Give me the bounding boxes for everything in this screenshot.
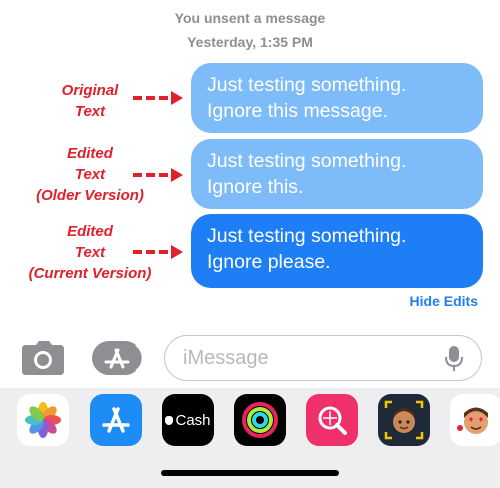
message-timestamp: Yesterday, 1:35 PM (187, 34, 313, 50)
photos-icon[interactable] (17, 394, 69, 446)
annotation-arrow (133, 245, 183, 259)
camera-icon[interactable] (22, 341, 64, 375)
microphone-icon[interactable] (445, 346, 463, 372)
message-bubble-original[interactable]: Just testing something. Ignore this mess… (191, 63, 483, 133)
app-store-icon[interactable] (90, 394, 142, 446)
app-store-icon[interactable] (92, 341, 144, 375)
apple-logo-icon (165, 415, 174, 425)
unsent-notice: You unsent a message (174, 10, 326, 26)
annotation-arrow (133, 168, 183, 182)
apple-cash-icon[interactable]: Cash (162, 394, 214, 446)
home-indicator[interactable] (161, 470, 339, 476)
message-input-placeholder: iMessage (183, 347, 269, 369)
message-bubble-older-version[interactable]: Just testing something. Ignore this. (191, 139, 483, 209)
memoji-icon[interactable] (378, 394, 430, 446)
annotation-arrow (133, 91, 183, 105)
activity-rings-icon[interactable] (234, 394, 286, 446)
image-search-icon[interactable] (306, 394, 358, 446)
message-input[interactable]: iMessage (164, 335, 482, 381)
hide-edits-button[interactable]: Hide Edits (410, 293, 478, 309)
memoji-stickers-icon[interactable] (450, 394, 500, 446)
message-bubble-current[interactable]: Just testing something. Ignore please. (191, 214, 483, 288)
